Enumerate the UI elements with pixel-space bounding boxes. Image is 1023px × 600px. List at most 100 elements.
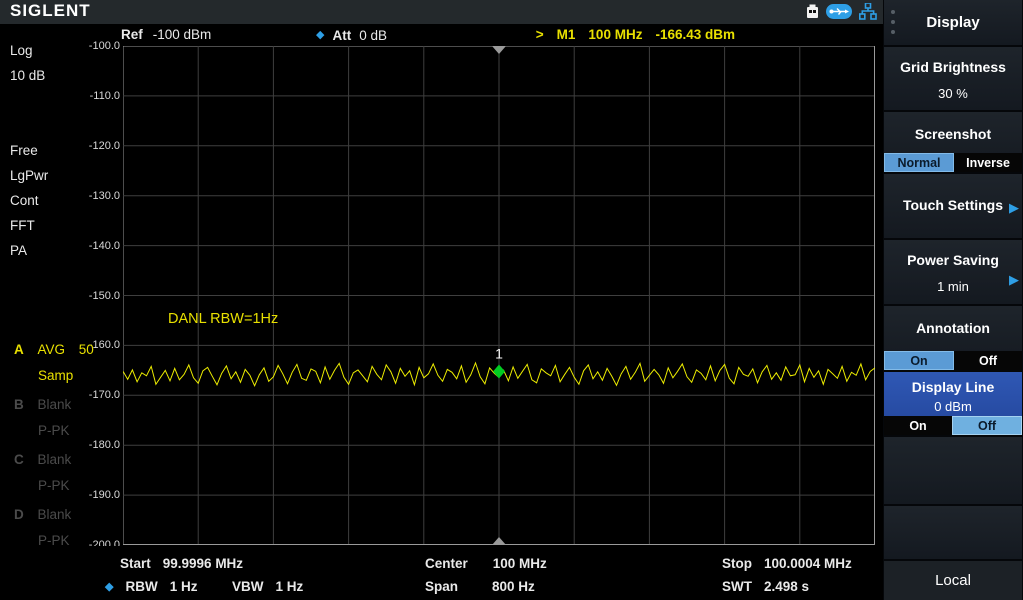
- menu-grip-dots-icon: [891, 10, 895, 34]
- display-line-value: 0 dBm: [884, 399, 1022, 414]
- brand-logo: SIGLENT: [10, 1, 91, 21]
- swt-readout[interactable]: SWT 2.498 s: [722, 579, 809, 594]
- center-freq-bottom-marker-icon: [492, 537, 506, 545]
- trace-b-mode[interactable]: P-PK: [38, 423, 70, 438]
- grid-brightness-title: Grid Brightness: [884, 59, 1022, 75]
- span-label: Span: [425, 579, 458, 594]
- vbw-label: VBW: [232, 579, 264, 594]
- system-status-icons: [806, 3, 877, 20]
- menu-item-display-line[interactable]: Display Line 0 dBm On Off: [884, 372, 1022, 435]
- touch-settings-title: Touch Settings: [884, 197, 1022, 213]
- amplitude-scale-type[interactable]: Log: [10, 43, 33, 58]
- submenu-arrow-icon: ▶: [1009, 272, 1019, 288]
- menu-item-touch-settings[interactable]: Touch Settings ▶: [884, 174, 1022, 238]
- power-saving-title: Power Saving: [884, 252, 1022, 268]
- grid-brightness-value: 30 %: [884, 86, 1022, 101]
- trace-c-id: C: [14, 452, 24, 467]
- marker-readout[interactable]: > M1 100 MHz -166.43 dBm: [536, 27, 735, 42]
- trace-a-id: A: [14, 342, 24, 357]
- preamp-state[interactable]: LgPwr: [10, 168, 48, 183]
- fft-mode[interactable]: FFT: [10, 218, 35, 233]
- rbw-readout[interactable]: ◆ RBW 1 Hz: [105, 579, 197, 595]
- trace-b-id: B: [14, 397, 24, 412]
- display-line-off-button[interactable]: Off: [952, 416, 1022, 435]
- center-value: 100 MHz: [493, 556, 547, 571]
- trace-a-detector: AVG: [38, 342, 66, 357]
- marker-1-label: 1: [495, 345, 503, 361]
- annotation-off-button[interactable]: Off: [954, 351, 1022, 370]
- trace-b-status[interactable]: B Blank: [14, 397, 71, 412]
- trace-a-mode-label: Samp: [38, 368, 73, 383]
- frequency-status-bar: Start 99.9996 MHz Center 100 MHz Stop 10…: [0, 546, 883, 600]
- menu-item-power-saving[interactable]: Power Saving 1 min ▶: [884, 240, 1022, 304]
- display-line-title: Display Line: [884, 379, 1022, 395]
- stop-freq-readout[interactable]: Stop 100.0004 MHz: [722, 556, 852, 571]
- marker-prefix: >: [536, 27, 544, 42]
- lan-icon: [859, 3, 877, 20]
- marker-amplitude: -166.43 dBm: [655, 27, 735, 42]
- local-button[interactable]: Local: [884, 561, 1022, 600]
- screenshot-title: Screenshot: [884, 126, 1022, 142]
- trace-b-mode-label: P-PK: [38, 423, 70, 438]
- annotation-toggle: On Off: [884, 351, 1022, 370]
- screenshot-inverse-button[interactable]: Inverse: [954, 153, 1022, 172]
- trace-c-status[interactable]: C Blank: [14, 452, 71, 467]
- marker-frequency: 100 MHz: [588, 27, 642, 42]
- menu-item-annotation[interactable]: Annotation On Off: [884, 306, 1022, 370]
- trace-a-status[interactable]: A AVG 50: [14, 342, 94, 357]
- amplitude-scale-div[interactable]: 10 dB: [10, 68, 45, 83]
- ref-label: Ref: [121, 27, 143, 42]
- menu-item-empty-1: [884, 437, 1022, 504]
- att-label: Att: [332, 28, 351, 43]
- annotation-row: Ref -100 dBm ◆ Att 0 dB > M1 100 MHz -16…: [0, 24, 883, 46]
- annotation-title: Annotation: [884, 320, 1022, 336]
- pa-state[interactable]: PA: [10, 243, 27, 258]
- trace-c-detector: Blank: [38, 452, 72, 467]
- swt-label: SWT: [722, 579, 752, 594]
- menu-panel: Display Grid Brightness 30 % Screenshot …: [883, 0, 1023, 600]
- local-button-label: Local: [935, 572, 971, 589]
- menu-title: Display: [926, 14, 979, 31]
- ref-value: -100 dBm: [153, 27, 212, 42]
- trace-a-count: 50: [79, 342, 94, 357]
- ref-level-readout[interactable]: Ref -100 dBm: [121, 27, 211, 42]
- marker-name: M1: [557, 27, 576, 42]
- marker-1-diamond-icon[interactable]: [493, 364, 505, 378]
- spectrum-plot[interactable]: 1: [123, 46, 875, 545]
- rbw-label: RBW: [125, 579, 157, 595]
- trigger-mode[interactable]: Free: [10, 143, 38, 158]
- screenshot-toggle: Normal Inverse: [884, 153, 1022, 172]
- menu-item-empty-2: [884, 506, 1022, 559]
- rbw-value: 1 Hz: [170, 579, 198, 595]
- span-readout[interactable]: Span 800 Hz: [425, 579, 535, 594]
- vbw-value: 1 Hz: [276, 579, 304, 594]
- usb-host-icon: [826, 4, 852, 19]
- annotation-on-button[interactable]: On: [884, 351, 954, 370]
- trace-c-mode-label: P-PK: [38, 478, 70, 493]
- center-label: Center: [425, 556, 468, 571]
- danl-annotation: DANL RBW=1Hz: [168, 311, 278, 327]
- swt-value: 2.498 s: [764, 579, 809, 594]
- center-freq-readout[interactable]: Center 100 MHz: [425, 556, 547, 571]
- trace-d-status[interactable]: D Blank: [14, 507, 71, 522]
- att-value: 0 dB: [359, 28, 387, 43]
- power-saving-value: 1 min: [884, 279, 1022, 294]
- attenuation-readout[interactable]: ◆ Att 0 dB: [316, 27, 387, 43]
- screenshot-normal-button[interactable]: Normal: [884, 153, 954, 172]
- start-label: Start: [120, 556, 151, 571]
- submenu-arrow-icon: ▶: [1009, 200, 1019, 216]
- trace-c-mode[interactable]: P-PK: [38, 478, 70, 493]
- menu-item-grid-brightness[interactable]: Grid Brightness 30 %: [884, 47, 1022, 110]
- menu-item-screenshot[interactable]: Screenshot Normal Inverse: [884, 112, 1022, 172]
- att-diamond-icon: ◆: [316, 27, 324, 43]
- rbw-diamond-icon: ◆: [105, 579, 113, 595]
- vbw-readout[interactable]: VBW 1 Hz: [232, 579, 303, 594]
- spectrum-analyzer-screen: { "header": { "brand": "SIGLENT", "icons…: [0, 0, 1023, 600]
- center-freq-top-marker-icon: [492, 46, 506, 54]
- menu-header: Display: [884, 0, 1022, 45]
- sweep-mode[interactable]: Cont: [10, 193, 39, 208]
- usb-storage-icon: [806, 4, 819, 19]
- start-freq-readout[interactable]: Start 99.9996 MHz: [120, 556, 243, 571]
- trace-a-mode[interactable]: Samp: [38, 368, 73, 383]
- display-line-on-button[interactable]: On: [884, 416, 952, 435]
